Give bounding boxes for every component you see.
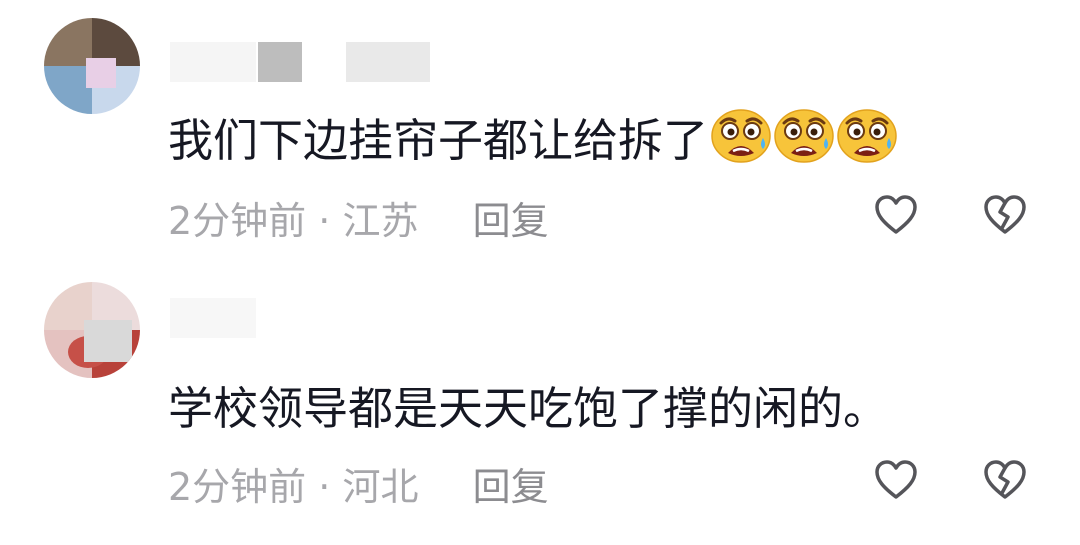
broken-heart-icon[interactable] — [980, 190, 1030, 240]
username-blurred[interactable] — [170, 42, 440, 82]
comment-item: 我们下边挂帘子都让给拆了 2分钟前 · 江苏 回复 — [0, 0, 1080, 270]
meta-separator: · — [318, 199, 331, 243]
comment-text-content: 我们下边挂帘子都让给拆了 — [168, 114, 709, 167]
comment-list: 我们下边挂帘子都让给拆了 2分钟前 · 江苏 回复 学校领导都是天天吃饱了撑的闲… — [0, 0, 1080, 545]
comment-text-content: 学校领导都是天天吃饱了撑的闲的。 — [168, 382, 889, 435]
reply-button[interactable]: 回复 — [473, 465, 549, 509]
avatar[interactable] — [44, 18, 140, 114]
crying-shocked-emoji — [711, 109, 771, 163]
comment-location: 江苏 — [342, 199, 419, 243]
heart-outline-icon[interactable] — [871, 455, 921, 505]
broken-heart-icon[interactable] — [980, 455, 1030, 505]
comment-meta: 2分钟前 · 江苏 回复 — [168, 190, 549, 245]
reply-button[interactable]: 回复 — [473, 199, 549, 243]
comment-text: 我们下边挂帘子都让给拆了 — [168, 104, 897, 169]
comment-time: 2分钟前 — [168, 199, 307, 243]
comment-item: 学校领导都是天天吃饱了撑的闲的。 2分钟前 · 河北 回复 — [0, 270, 1080, 545]
avatar[interactable] — [44, 282, 140, 378]
username-blurred[interactable] — [170, 298, 440, 338]
heart-outline-icon[interactable] — [871, 190, 921, 240]
comment-text: 学校领导都是天天吃饱了撑的闲的。 — [168, 372, 888, 437]
meta-separator: · — [318, 465, 331, 509]
crying-shocked-emoji — [774, 109, 834, 163]
comment-location: 河北 — [342, 465, 419, 509]
comment-time: 2分钟前 — [168, 465, 307, 509]
comment-meta: 2分钟前 · 河北 回复 — [168, 456, 549, 511]
crying-shocked-emoji — [837, 109, 897, 163]
